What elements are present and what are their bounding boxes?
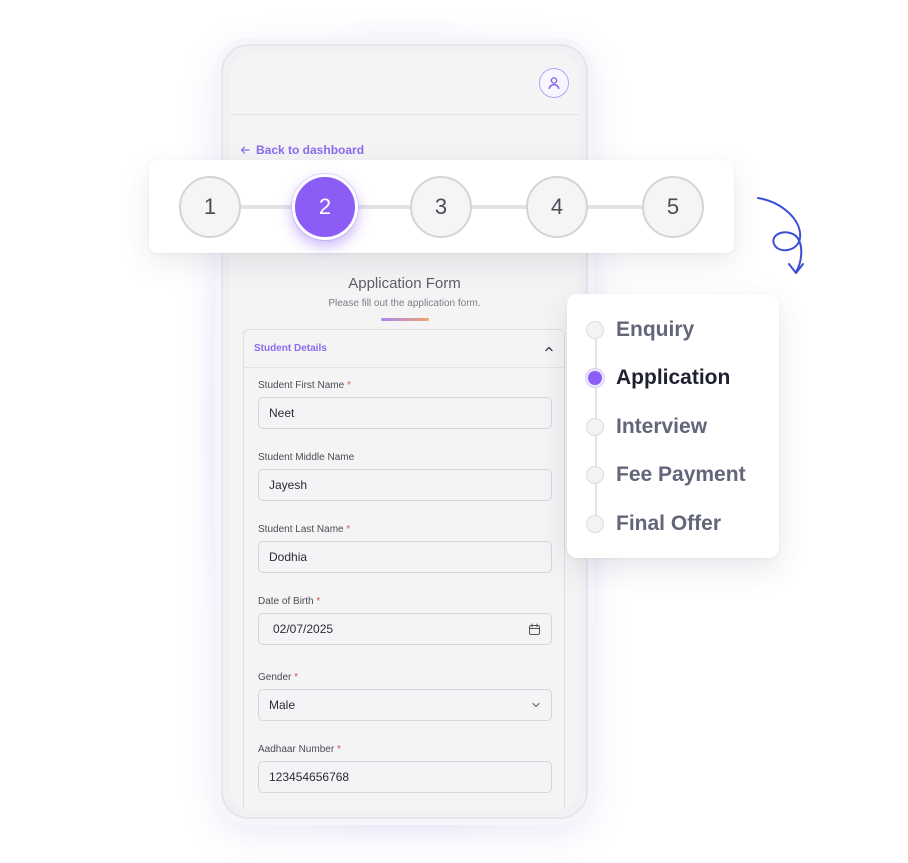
stage-dot [586,321,604,339]
user-avatar-button[interactable] [539,68,569,98]
stage-label: Final Offer [616,512,722,535]
stage-application[interactable]: Application [586,365,730,391]
middle-name-field: Student Middle Name Jayesh [258,452,552,501]
required-mark: * [316,596,321,607]
gender-field: Gender * Male [258,672,552,721]
required-mark: * [346,524,351,535]
stage-interview[interactable]: Interview [586,414,707,440]
step-2-active[interactable]: 2 [292,174,358,240]
field-label: Student Middle Name [258,452,355,463]
stage-enquiry[interactable]: Enquiry [586,317,694,343]
select-value: Male [269,698,296,712]
step-number: 3 [434,194,448,219]
input-value: Jayesh [269,478,308,492]
stage-dot [586,515,604,533]
form-subtitle: Please fill out the application form. [328,298,481,309]
admission-stages-card: Enquiry Application Interview Fee Paymen… [567,294,779,558]
step-4[interactable]: 4 [526,176,588,238]
chevron-up-icon[interactable] [544,344,554,354]
input-value: 123454656768 [269,770,350,784]
form-header: Application Form Please fill out the app… [230,275,579,321]
gender-select[interactable]: Male [258,689,552,721]
aadhaar-number-field: Aadhaar Number * 123454656768 [258,744,552,793]
app-topbar [230,53,579,115]
arrow-left-icon [240,146,250,154]
student-details-section: Student Details Student First Name * Nee… [243,329,565,810]
aadhaar-number-input[interactable]: 123454656768 [258,761,552,793]
step-number: 2 [318,194,332,219]
first-name-field: Student First Name * Neet [258,380,552,429]
stage-label: Interview [616,415,708,438]
input-value: 02/07/2025 [273,622,334,636]
field-label: Aadhaar Number [258,744,335,755]
field-label: Gender [258,672,292,683]
section-title: Student Details [254,343,327,354]
input-value: Neet [269,406,295,420]
required-mark: * [346,380,351,391]
stage-label: Fee Payment [616,463,746,486]
chevron-down-icon [532,702,540,708]
field-label: Student First Name [258,380,345,391]
step-3[interactable]: 3 [410,176,472,238]
user-icon [548,77,560,90]
section-header[interactable]: Student Details [244,330,564,368]
back-to-dashboard-link[interactable]: Back to dashboard [240,143,364,157]
back-link-label: Back to dashboard [256,143,365,157]
squiggle-arrow-icon [757,197,804,274]
middle-name-input[interactable]: Jayesh [258,469,552,501]
form-title: Application Form [348,275,461,292]
progress-stepper: 1 2 3 4 5 [149,160,734,253]
last-name-input[interactable]: Dodhia [258,541,552,573]
last-name-field: Student Last Name * Dodhia [258,524,552,573]
step-number: 4 [550,194,564,219]
step-number: 5 [666,194,680,219]
step-5[interactable]: 5 [642,176,704,238]
input-value: Dodhia [269,550,308,564]
step-number: 1 [203,194,217,219]
stage-dot-active [586,369,604,387]
calendar-icon[interactable] [528,623,541,636]
stage-fee-payment[interactable]: Fee Payment [586,462,746,488]
first-name-input[interactable]: Neet [258,397,552,429]
field-label: Date of Birth [258,596,314,607]
marketing-canvas: Back to dashboard Application Form Pleas… [0,0,908,863]
required-mark: * [294,672,299,683]
field-label: Student Last Name [258,524,344,535]
stage-dot [586,466,604,484]
required-mark: * [336,744,341,755]
stage-dot [586,418,604,436]
stage-label: Enquiry [616,318,695,341]
form-title-underline [380,318,429,321]
step-1[interactable]: 1 [179,176,241,238]
date-of-birth-input[interactable]: 02/07/2025 [258,613,552,645]
stage-final-offer[interactable]: Final Offer [586,511,721,537]
stage-label: Application [616,366,731,389]
date-of-birth-field: Date of Birth * 02/07/2025 [258,596,552,645]
